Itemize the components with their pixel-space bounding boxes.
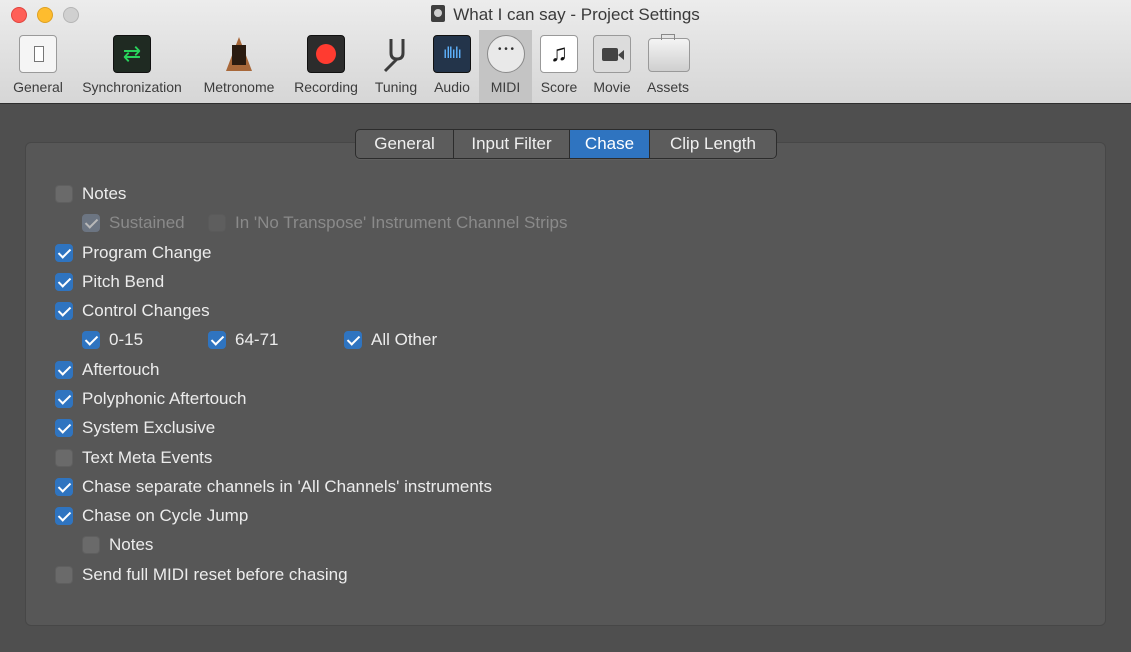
midi-connector-icon xyxy=(487,35,525,73)
chase-sustained-option: Sustained xyxy=(82,211,185,235)
checkbox[interactable] xyxy=(55,419,73,437)
checkbox[interactable] xyxy=(208,331,226,349)
chase-control-changes-option[interactable]: Control Changes xyxy=(55,299,210,323)
chase-text-meta-option[interactable]: Text Meta Events xyxy=(55,446,212,470)
toolbar-recording[interactable]: Recording xyxy=(287,30,365,103)
synchronization-icon: ⇄ xyxy=(113,35,151,73)
toolbar-assets[interactable]: Assets xyxy=(640,30,696,103)
chase-midi-reset-option[interactable]: Send full MIDI reset before chasing xyxy=(55,563,348,587)
toolbar-audio[interactable]: ıllılı Audio xyxy=(428,30,476,103)
chase-separate-channels-label: Chase separate channels in 'All Channels… xyxy=(82,477,492,496)
toolbar-recording-label: Recording xyxy=(294,79,358,95)
document-icon xyxy=(431,5,446,22)
chase-aftertouch-label: Aftertouch xyxy=(82,360,160,379)
chase-no-transpose-option: In 'No Transpose' Instrument Channel Str… xyxy=(208,211,568,235)
chase-cc-all-other-label: All Other xyxy=(371,330,438,349)
audio-waveform-icon: ıllılı xyxy=(433,35,471,73)
chase-no-transpose-label: In 'No Transpose' Instrument Channel Str… xyxy=(235,213,568,232)
chase-cc-0-15-option[interactable]: 0-15 xyxy=(82,328,143,352)
midi-settings-tabs: General Input Filter Chase Clip Length xyxy=(355,129,777,159)
chase-program-change-option[interactable]: Program Change xyxy=(55,241,211,265)
toolbar-metronome[interactable]: Metronome xyxy=(196,30,282,103)
toolbar-movie-label: Movie xyxy=(593,79,631,95)
briefcase-icon xyxy=(648,34,690,72)
checkbox[interactable] xyxy=(55,507,73,525)
chase-text-meta-label: Text Meta Events xyxy=(82,448,213,467)
chase-system-exclusive-option[interactable]: System Exclusive xyxy=(55,416,215,440)
chase-poly-aftertouch-label: Polyphonic Aftertouch xyxy=(82,389,247,408)
toolbar-tuning[interactable]: Tuning xyxy=(369,30,423,103)
chase-separate-channels-option[interactable]: Chase separate channels in 'All Channels… xyxy=(55,475,492,499)
toolbar-general-label: General xyxy=(13,79,63,95)
toolbar-synchronization-label: Synchronization xyxy=(82,79,182,95)
window-toolbar: What I can say - Project Settings Genera… xyxy=(0,0,1131,104)
chase-poly-aftertouch-option[interactable]: Polyphonic Aftertouch xyxy=(55,387,246,411)
checkbox xyxy=(82,214,100,232)
checkbox[interactable] xyxy=(55,361,73,379)
chase-system-exclusive-label: System Exclusive xyxy=(82,418,216,437)
toolbar-movie[interactable]: Movie xyxy=(587,30,637,103)
chase-aftertouch-option[interactable]: Aftertouch xyxy=(55,358,160,382)
checkbox[interactable] xyxy=(55,449,73,467)
chase-cc-64-71-label: 64-71 xyxy=(235,330,279,349)
toolbar-general[interactable]: General xyxy=(6,30,70,103)
checkbox[interactable] xyxy=(55,244,73,262)
chase-cycle-notes-option[interactable]: Notes xyxy=(82,533,153,557)
music-note-icon: ♫ xyxy=(540,35,578,73)
chase-notes-option[interactable]: Notes xyxy=(55,182,126,206)
chase-pitch-bend-option[interactable]: Pitch Bend xyxy=(55,270,164,294)
chase-settings-panel: Notes Sustained In 'No Transpose' Instru… xyxy=(25,142,1106,626)
toolbar-audio-label: Audio xyxy=(434,79,470,95)
checkbox[interactable] xyxy=(344,331,362,349)
toolbar-midi-label: MIDI xyxy=(490,79,521,95)
chase-notes-label: Notes xyxy=(82,184,127,203)
toolbar-synchronization[interactable]: ⇄ Synchronization xyxy=(72,30,192,103)
tab-clip-length[interactable]: Clip Length xyxy=(650,130,776,158)
window-title-bar: What I can say - Project Settings xyxy=(0,5,1131,25)
window-title: What I can say - Project Settings xyxy=(453,5,700,24)
toolbar-assets-label: Assets xyxy=(646,79,689,95)
checkbox[interactable] xyxy=(55,390,73,408)
chase-cc-0-15-label: 0-15 xyxy=(109,330,144,349)
chase-midi-reset-label: Send full MIDI reset before chasing xyxy=(82,565,348,584)
checkbox[interactable] xyxy=(55,566,73,584)
chase-program-change-label: Program Change xyxy=(82,243,212,262)
chase-cc-all-other-option[interactable]: All Other xyxy=(344,328,437,352)
video-camera-icon xyxy=(593,35,631,73)
chase-pitch-bend-label: Pitch Bend xyxy=(82,272,165,291)
checkbox[interactable] xyxy=(82,331,100,349)
chase-sustained-label: Sustained xyxy=(109,213,185,232)
toolbar-score[interactable]: ♫ Score xyxy=(535,30,583,103)
tuning-fork-icon xyxy=(377,35,415,73)
chase-cycle-jump-option[interactable]: Chase on Cycle Jump xyxy=(55,504,248,528)
chase-cycle-notes-label: Notes xyxy=(109,535,154,554)
checkbox[interactable] xyxy=(55,273,73,291)
metronome-icon xyxy=(220,35,258,73)
toolbar-metronome-label: Metronome xyxy=(203,79,275,95)
chase-cycle-jump-label: Chase on Cycle Jump xyxy=(82,506,249,525)
checkbox[interactable] xyxy=(82,536,100,554)
record-icon xyxy=(307,35,345,73)
tab-general[interactable]: General xyxy=(356,130,454,158)
tab-chase[interactable]: Chase xyxy=(570,130,650,158)
project-settings-window: What I can say - Project Settings Genera… xyxy=(0,0,1131,652)
tab-input-filter[interactable]: Input Filter xyxy=(454,130,570,158)
checkbox[interactable] xyxy=(55,302,73,320)
chase-control-changes-label: Control Changes xyxy=(82,301,210,320)
general-icon xyxy=(19,35,57,73)
chase-cc-64-71-option[interactable]: 64-71 xyxy=(208,328,278,352)
toolbar-tuning-label: Tuning xyxy=(374,79,418,95)
checkbox[interactable] xyxy=(55,478,73,496)
toolbar-score-label: Score xyxy=(540,79,578,95)
checkbox[interactable] xyxy=(55,185,73,203)
checkbox xyxy=(208,214,226,232)
toolbar-midi[interactable]: MIDI xyxy=(479,30,532,103)
